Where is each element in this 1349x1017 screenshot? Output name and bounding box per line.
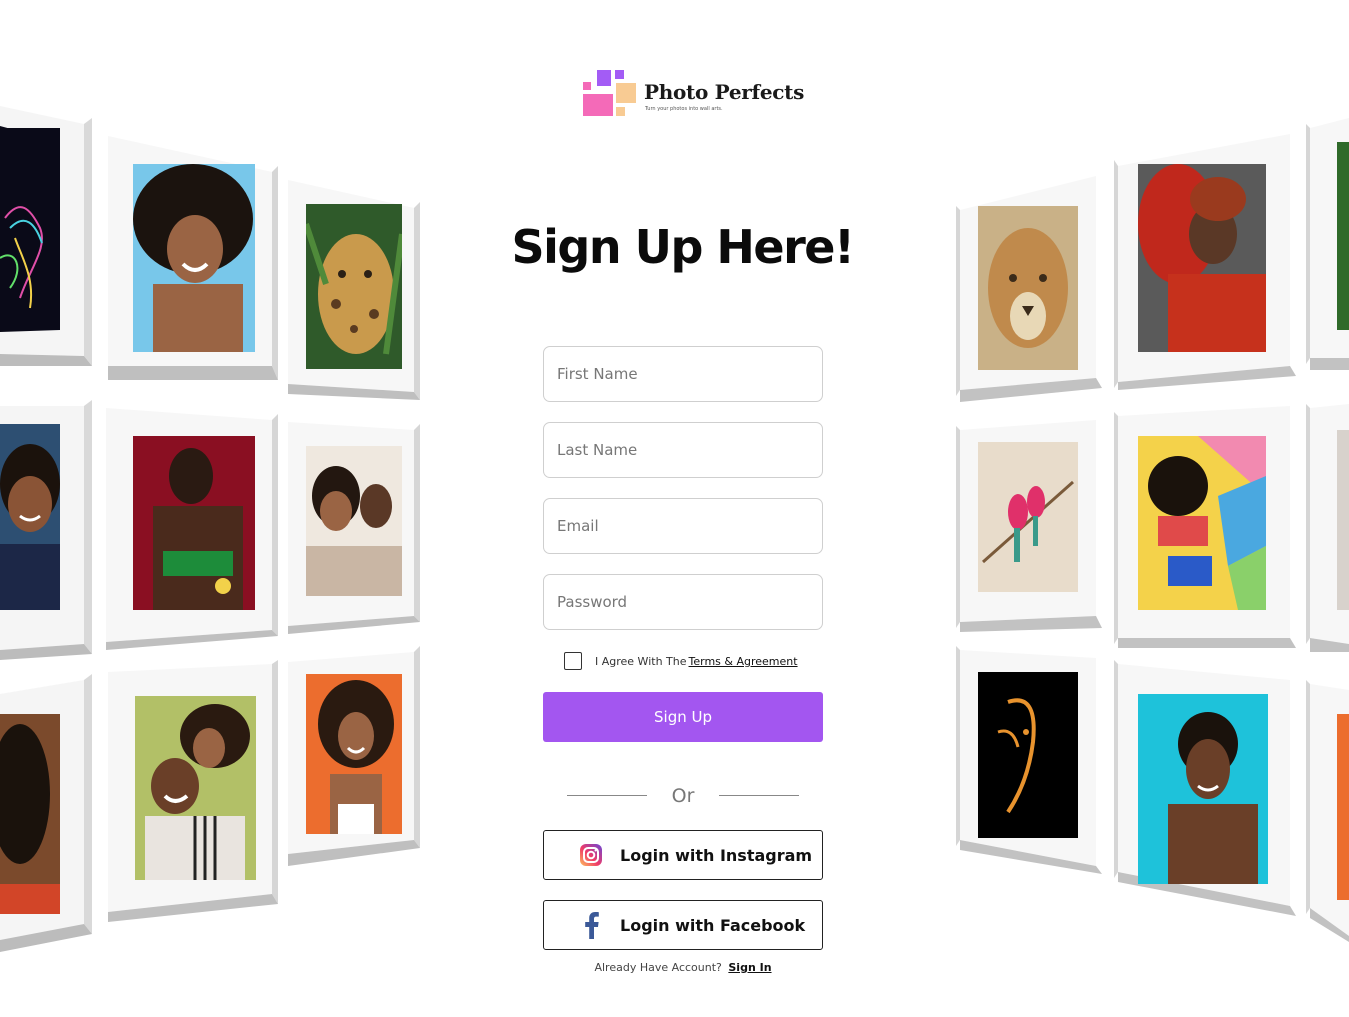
page-title: Sign Up Here! bbox=[511, 220, 855, 274]
curly-hair-woman-photo bbox=[0, 714, 60, 914]
gallery-frame bbox=[1114, 658, 1298, 924]
or-text: Or bbox=[671, 785, 695, 807]
laughing-woman-red-photo bbox=[133, 436, 255, 610]
divider-line-right bbox=[719, 795, 799, 796]
gallery-frame bbox=[956, 416, 1104, 634]
partial-photo bbox=[1337, 430, 1349, 610]
instagram-label: Login with Instagram bbox=[620, 845, 813, 865]
instagram-icon bbox=[578, 842, 604, 868]
woman-blue-background-photo bbox=[1138, 694, 1268, 884]
orange-partial-photo bbox=[1337, 714, 1349, 900]
two-birds-branch-photo bbox=[978, 442, 1078, 592]
gallery-frame bbox=[1306, 400, 1349, 652]
woman-colorful-wall-photo bbox=[1138, 436, 1266, 610]
logo-tagline: Turn your photos into wall arts. bbox=[645, 106, 723, 112]
terms-checkbox[interactable] bbox=[564, 652, 582, 670]
gallery-frame bbox=[106, 660, 278, 922]
curly-woman-orange-photo bbox=[306, 674, 402, 834]
gallery-frame bbox=[0, 674, 92, 952]
gallery-frame bbox=[286, 420, 420, 634]
gallery-frame bbox=[956, 644, 1104, 874]
login-facebook-button[interactable]: Login with Facebook bbox=[543, 900, 823, 950]
gallery-frame bbox=[1306, 680, 1349, 942]
logo-brand-name: Photo Perfects bbox=[644, 80, 805, 104]
login-instagram-button[interactable]: Login with Instagram bbox=[543, 830, 823, 880]
terms-agreement-row: I Agree With The Terms & Agreement bbox=[564, 651, 798, 671]
facebook-label: Login with Facebook bbox=[620, 915, 806, 935]
sign-in-link[interactable]: Sign In bbox=[728, 961, 771, 974]
terms-link[interactable]: Terms & Agreement bbox=[689, 655, 798, 668]
already-text: Already Have Account? bbox=[594, 961, 722, 974]
or-divider: Or bbox=[567, 783, 799, 809]
agree-text: I Agree With The bbox=[595, 654, 687, 668]
gallery-frame bbox=[104, 406, 278, 650]
gallery-frame bbox=[286, 644, 420, 866]
email-input[interactable] bbox=[543, 498, 823, 554]
gallery-frame bbox=[0, 398, 92, 660]
silhouette-face-photo bbox=[978, 672, 1078, 838]
already-have-account-row: Already Have Account? Sign In bbox=[0, 961, 1349, 974]
sign-up-button[interactable]: Sign Up bbox=[543, 692, 823, 742]
smiling-woman-photo bbox=[0, 424, 60, 610]
gallery-frame bbox=[956, 172, 1104, 406]
facebook-icon bbox=[578, 912, 604, 939]
gallery-frame bbox=[286, 178, 420, 404]
logo[interactable]: Photo Perfects Turn your photos into wal… bbox=[582, 68, 804, 120]
logo-mark bbox=[582, 68, 638, 118]
last-name-input[interactable] bbox=[543, 422, 823, 478]
first-name-input[interactable] bbox=[543, 346, 823, 402]
gallery-frame bbox=[1114, 402, 1298, 650]
smiling-couple-selfie-photo bbox=[306, 446, 402, 596]
hugging-couple-photo bbox=[135, 696, 256, 880]
password-input[interactable] bbox=[543, 574, 823, 630]
